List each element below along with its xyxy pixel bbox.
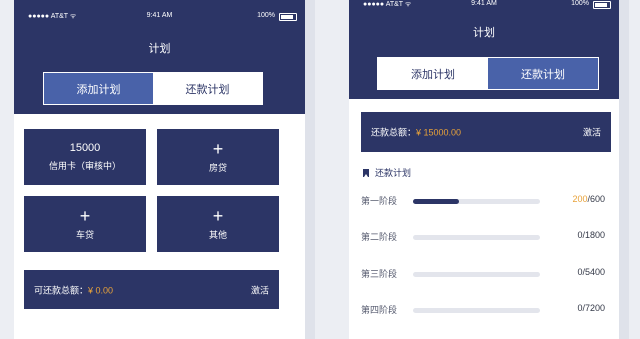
plus-icon: +	[212, 205, 224, 226]
plus-icon: +	[212, 138, 224, 159]
status-bar: ●●●●● AT&T ᯤ 9:41 AM 100%	[349, 0, 619, 12]
tab-repay-plan[interactable]: 还款计划	[153, 73, 262, 104]
available-total-amount: ¥ 0.00	[88, 285, 114, 295]
repay-total-bar: 还款总额：¥ 15000.00 激活	[361, 112, 611, 152]
battery-percent: 100%	[257, 12, 275, 19]
segmented-control: 添加计划 还款计划	[377, 57, 599, 90]
tab-repay-plan[interactable]: 还款计划	[488, 58, 598, 89]
bookmark-icon	[363, 168, 369, 177]
available-total-label: 可还款总额：¥ 0.00	[34, 283, 113, 296]
plus-icon: +	[79, 205, 91, 226]
credit-card-tile[interactable]: 15000 信用卡（审核中）	[24, 129, 146, 185]
stage-total: /5400	[582, 267, 605, 277]
stage-total: /600	[587, 194, 605, 204]
phone-edge-left	[305, 0, 315, 339]
stage-label: 第二阶段	[361, 232, 398, 242]
stage-label: 第一阶段	[361, 196, 398, 206]
battery-icon	[279, 13, 297, 21]
tab-add-plan[interactable]: 添加计划	[44, 73, 153, 104]
stage-value: 0/1800	[577, 230, 605, 240]
stage-value: 0/5400	[577, 267, 605, 277]
header: ●●●●● AT&T ᯤ 9:41 AM 100% 计划 添加计划 还款计划	[14, 0, 305, 114]
car-loan-label: 车贷	[75, 229, 94, 240]
progress-track	[413, 235, 540, 240]
page-title: 计划	[148, 43, 171, 55]
stage-row: 第一阶段 200/600	[361, 194, 619, 208]
stage-paid: 200	[572, 194, 588, 204]
section-title-text: 还款计划	[375, 168, 412, 178]
activate-button[interactable]: 激活	[251, 283, 269, 296]
tab-add-plan[interactable]: 添加计划	[378, 58, 488, 89]
status-bar: ●●●●● AT&T ᯤ 9:41 AM 100%	[14, 12, 305, 24]
stage-row: 第四阶段 0/7200	[361, 303, 619, 317]
stage-total: /7200	[582, 303, 605, 313]
stage-total: /1800	[582, 230, 605, 240]
phone-edge-right	[619, 0, 629, 339]
battery-percent: 100%	[571, 0, 589, 7]
header: ●●●●● AT&T ᯤ 9:41 AM 100% 计划 添加计划 还款计划	[349, 0, 619, 99]
mortgage-label: 房贷	[208, 162, 227, 173]
stage-value: 200/600	[572, 194, 605, 204]
phone-screen-repay-plan: ●●●●● AT&T ᯤ 9:41 AM 100% 计划 添加计划 还款计划 还…	[349, 0, 619, 339]
stage-row: 第二阶段 0/1800	[361, 230, 619, 244]
add-mortgage-tile[interactable]: + 房贷	[157, 129, 279, 185]
progress-track	[413, 199, 540, 204]
credit-amount: 15000	[69, 142, 101, 154]
repay-total-amount: ¥ 15000.00	[416, 127, 462, 138]
activate-button[interactable]: 激活	[583, 126, 601, 139]
other-label: 其他	[208, 229, 227, 240]
page-title: 计划	[473, 27, 495, 39]
add-car-loan-tile[interactable]: + 车贷	[24, 196, 146, 252]
stage-value: 0/7200	[577, 303, 605, 313]
segmented-control: 添加计划 还款计划	[43, 72, 263, 105]
available-total-bar: 可还款总额：¥ 0.00 激活	[24, 270, 279, 309]
progress-track	[413, 308, 540, 313]
progress-track	[413, 272, 540, 277]
stage-label: 第四阶段	[361, 305, 398, 315]
phone-screen-add-plan: ●●●●● AT&T ᯤ 9:41 AM 100% 计划 添加计划 还款计划 1…	[14, 0, 305, 339]
stage-row: 第三阶段 0/5400	[361, 267, 619, 281]
add-other-tile[interactable]: + 其他	[157, 196, 279, 252]
repay-total-caption: 还款总额：	[371, 127, 417, 138]
credit-card-label: 信用卡（审核中）	[48, 161, 121, 171]
battery-icon	[593, 1, 611, 9]
repay-total-label: 还款总额：¥ 15000.00	[371, 126, 461, 139]
section-title: 还款计划	[363, 166, 411, 179]
progress-fill	[413, 199, 459, 204]
available-total-caption: 可还款总额：	[34, 285, 89, 295]
stage-label: 第三阶段	[361, 269, 398, 279]
